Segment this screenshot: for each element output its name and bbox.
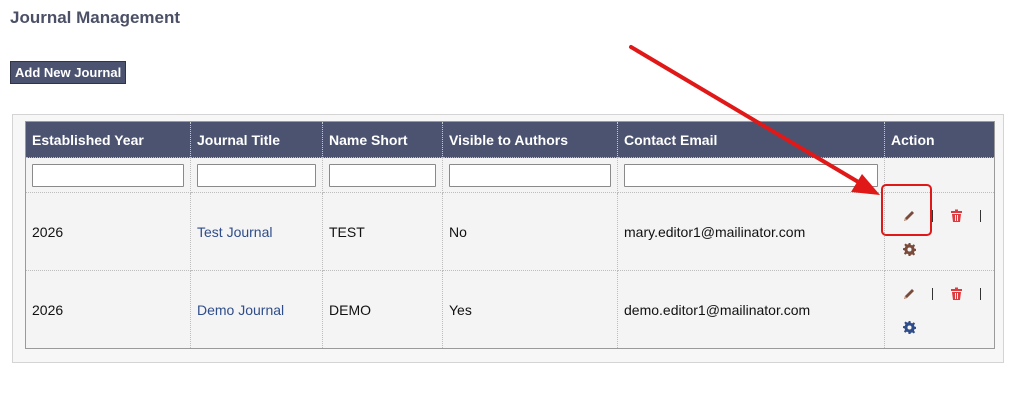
- annotation-arrow: [629, 45, 880, 195]
